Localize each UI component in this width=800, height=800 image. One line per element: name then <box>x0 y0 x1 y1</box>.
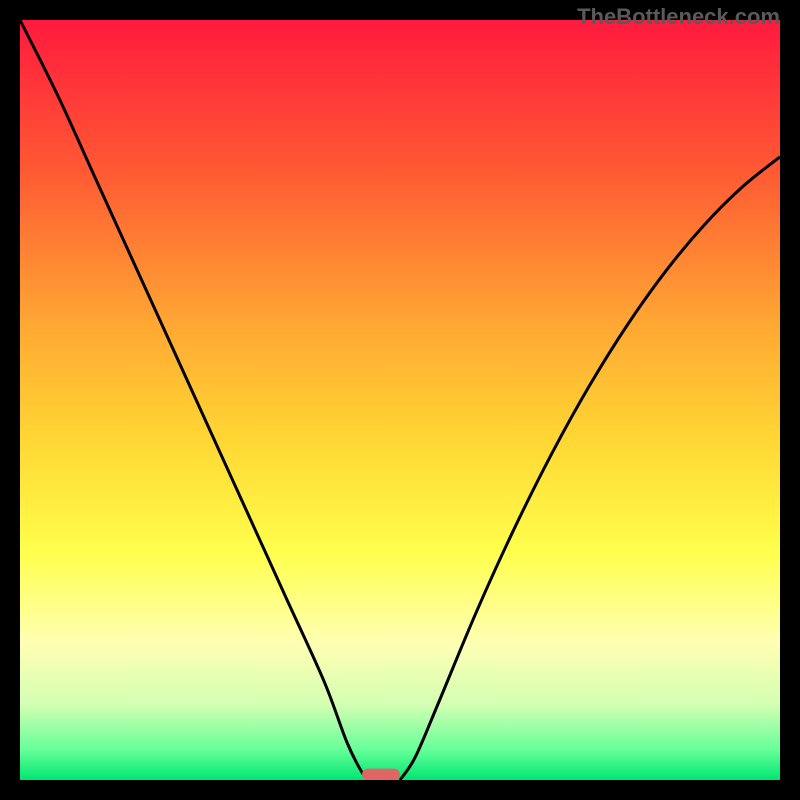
chart-plot-area <box>20 20 780 780</box>
bottleneck-marker <box>362 769 400 780</box>
chart-background <box>20 20 780 780</box>
watermark-text: TheBottleneck.com <box>577 4 780 30</box>
chart-svg <box>20 20 780 780</box>
